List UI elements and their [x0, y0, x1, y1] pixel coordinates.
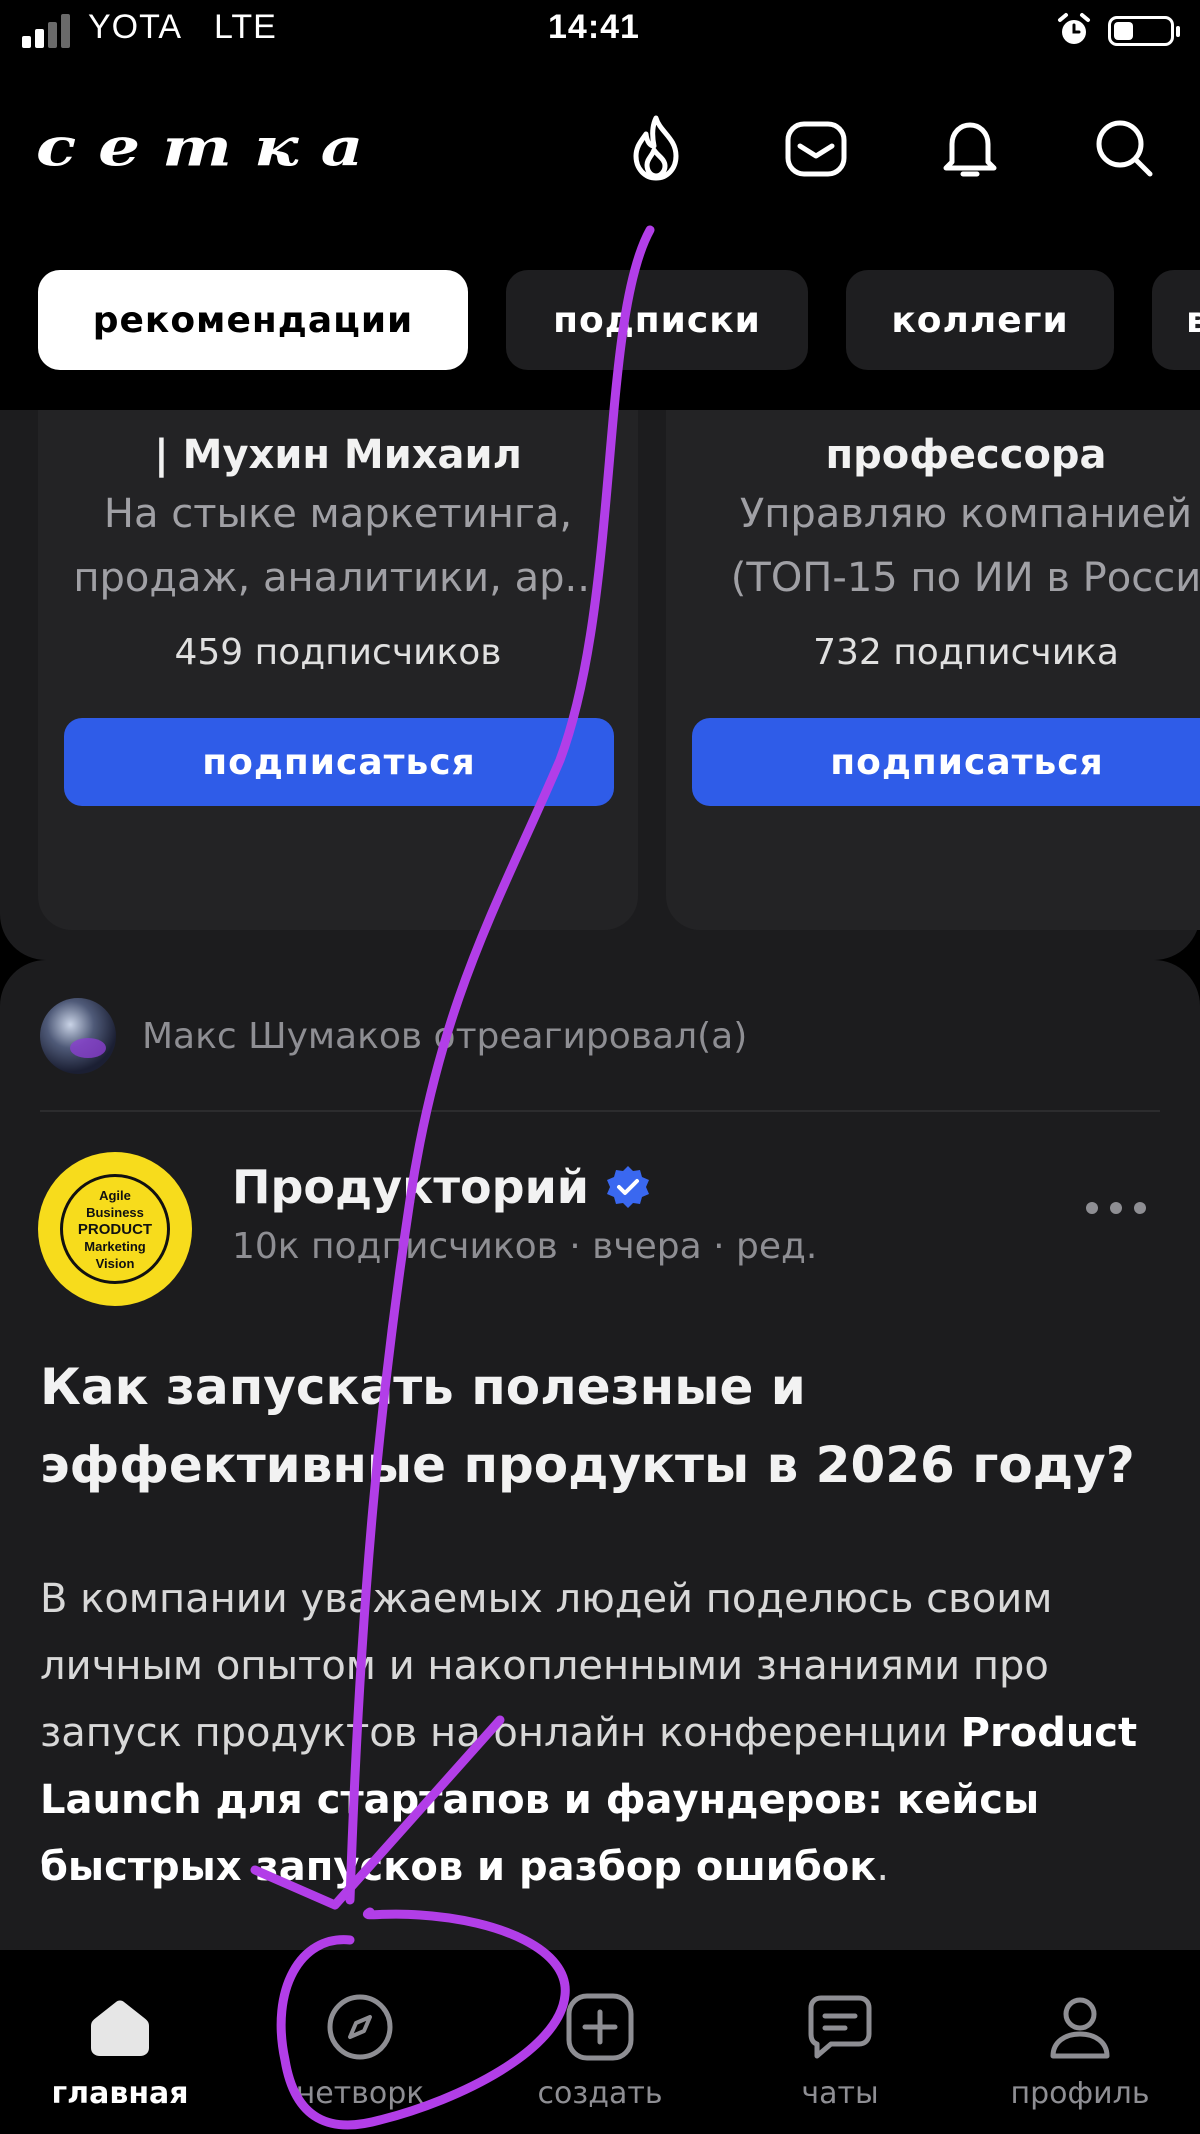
chat-icon	[808, 1995, 872, 2059]
divider	[40, 1110, 1160, 1112]
author-meta: 10к подписчиков · вчера · ред.	[232, 1226, 818, 1267]
search-icon[interactable]	[1088, 112, 1160, 184]
recommendations-carousel[interactable]: | Мухин Михаил На стыке маркетинга, прод…	[0, 410, 1200, 960]
bottom-navigation: главная нетворк создать чаты профиль	[0, 1950, 1200, 2134]
fire-icon[interactable]	[620, 112, 692, 184]
author-avatar[interactable]: Agile Business PRODUCT Marketing Vision	[38, 1152, 192, 1306]
battery-icon	[1108, 16, 1180, 46]
recommendation-card[interactable]: | Мухин Михаил На стыке маркетинга, прод…	[38, 410, 638, 930]
reaction-row[interactable]: Макс Шумаков отреагировал(а)	[40, 998, 747, 1074]
bell-icon[interactable]	[934, 112, 1006, 184]
nav-label: чаты	[801, 2076, 879, 2111]
nav-label: нетворк	[295, 2076, 425, 2111]
recommendation-name: профессора	[825, 432, 1107, 478]
nav-home[interactable]: главная	[20, 1990, 220, 2111]
post-body: В компании уважаемых людей поделюсь свои…	[40, 1576, 1138, 1890]
nav-network[interactable]: нетворк	[260, 1990, 460, 2111]
author-logo: Agile Business PRODUCT Marketing Vision	[60, 1174, 170, 1284]
mail-icon[interactable]	[780, 112, 852, 184]
tab-subscriptions[interactable]: подписки	[506, 270, 808, 370]
verified-icon	[607, 1166, 650, 1208]
carrier-name: YOTA	[88, 8, 183, 46]
nav-create[interactable]: создать	[500, 1990, 700, 2111]
tab-recommendations[interactable]: рекомендации	[38, 270, 468, 370]
recommendation-name: | Мухин Михаил	[154, 432, 522, 478]
tab-partial[interactable]: в	[1152, 270, 1200, 370]
more-options-icon[interactable]	[1086, 1188, 1146, 1228]
recommendation-description: Управляю компанией (ТОП-15 по ИИ в Росси	[730, 491, 1200, 601]
subscriber-count: 459 подписчиков	[174, 632, 502, 673]
app-logo[interactable]: сетка	[36, 116, 385, 178]
alarm-icon	[1058, 13, 1090, 44]
compass-icon	[327, 1994, 393, 2060]
reaction-text: Макс Шумаков отреагировал(а)	[142, 1015, 748, 1057]
status-bar: YOTA LTE 14:41	[0, 0, 1200, 64]
tab-colleagues[interactable]: коллеги	[846, 270, 1114, 370]
plus-square-icon	[566, 1993, 634, 2061]
clock: 14:41	[548, 8, 640, 46]
nav-profile[interactable]: профиль	[980, 1990, 1180, 2111]
app-header: сетка рекомендации подписки коллеги в	[0, 64, 1200, 410]
post-card[interactable]: Макс Шумаков отреагировал(а) Agile Busin…	[0, 960, 1200, 1950]
home-icon	[91, 2000, 149, 2056]
feed: | Мухин Михаил На стыке маркетинга, прод…	[0, 410, 1200, 1950]
signal-icon	[22, 14, 70, 48]
author-name[interactable]: Продукторий	[232, 1160, 651, 1214]
avatar[interactable]	[40, 998, 116, 1074]
nav-chats[interactable]: чаты	[740, 1990, 940, 2111]
nav-label: профиль	[1010, 2076, 1150, 2111]
person-icon	[1050, 1997, 1110, 2059]
subscriber-count: 732 подписчика	[813, 632, 1119, 673]
recommendation-card[interactable]: профессора Управляю компанией (ТОП-15 по…	[666, 410, 1200, 930]
post-title: Как запускать полезные и эффективные про…	[40, 1358, 1135, 1494]
nav-label: создать	[537, 2076, 663, 2111]
nav-label: главная	[51, 2076, 189, 2111]
subscribe-button[interactable]: подписаться	[692, 718, 1200, 806]
recommendation-description: На стыке маркетинга, продаж, аналитики, …	[73, 491, 603, 601]
subscribe-button[interactable]: подписаться	[64, 718, 614, 806]
network-type: LTE	[214, 8, 277, 46]
